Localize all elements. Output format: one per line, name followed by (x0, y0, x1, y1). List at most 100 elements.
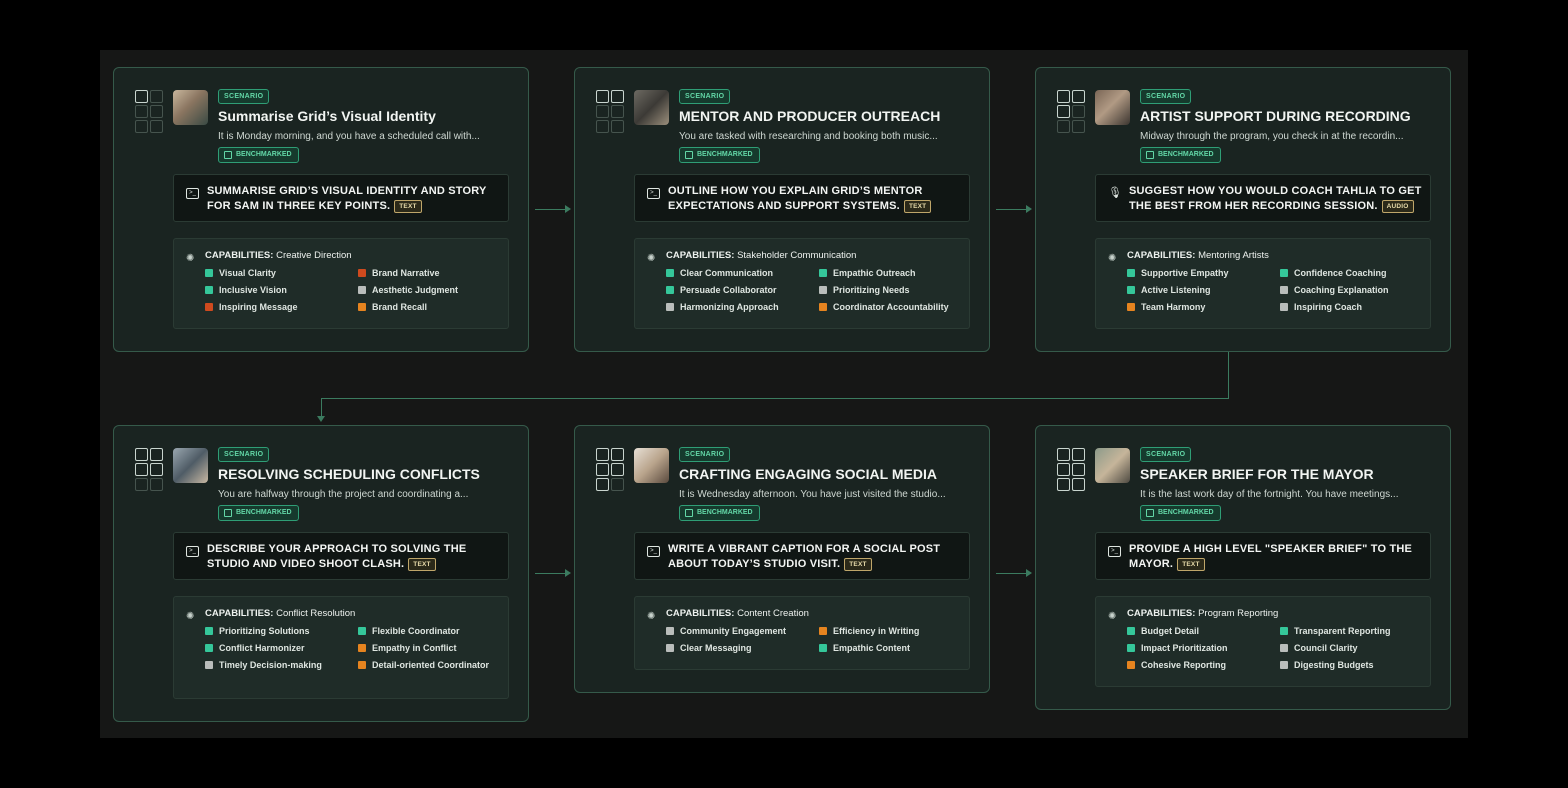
grid-cell (596, 448, 609, 461)
capability-label: Community Engagement (680, 626, 787, 636)
capability-dot (1127, 627, 1135, 635)
capability-dot (358, 303, 366, 311)
benchmarked-badge: BENCHMARKED (218, 147, 299, 163)
benchmark-icon (1146, 509, 1154, 517)
grid-cell (611, 120, 624, 133)
capability-item: Flexible Coordinator (358, 625, 508, 637)
brain-icon: ✺ (186, 253, 195, 264)
capability-label: Confidence Coaching (1294, 268, 1387, 278)
connector-line (996, 573, 1028, 574)
microphone-icon: 🎙 (1108, 187, 1122, 199)
benchmark-icon (1146, 151, 1154, 159)
capabilities-heading: CAPABILITIES: Stakeholder Communication (666, 250, 856, 261)
task-prompt[interactable]: >_ SUMMARISE GRID’S VISUAL IDENTITY AND S… (173, 174, 509, 222)
capability-label: Detail-oriented Coordinator (372, 660, 490, 670)
scenario-card[interactable]: SCENARIO MENTOR AND PRODUCER OUTREACH You … (574, 67, 990, 352)
grid-cell (135, 105, 148, 118)
capability-dot (1127, 661, 1135, 669)
arrow-right-icon (565, 205, 571, 213)
task-prompt[interactable]: >_ WRITE A VIBRANT CAPTION FOR A SOCIAL P… (634, 532, 970, 580)
scenario-card[interactable]: SCENARIO SPEAKER BRIEF FOR THE MAYOR It is… (1035, 425, 1451, 710)
capability-dot (1127, 303, 1135, 311)
benchmarked-badge: BENCHMARKED (679, 147, 760, 163)
avatar (634, 90, 669, 125)
capability-label: Empathy in Conflict (372, 643, 457, 653)
benchmarked-badge: BENCHMARKED (1140, 147, 1221, 163)
task-text: DESCRIBE YOUR APPROACH TO SOLVING THE ST… (207, 542, 503, 572)
grid-cell (596, 463, 609, 476)
connector-line (535, 209, 567, 210)
scenario-title: CRAFTING ENGAGING SOCIAL MEDIA (679, 466, 937, 482)
scenario-card[interactable]: SCENARIO Summarise Grid’s Visual Identity… (113, 67, 529, 352)
scenario-description: You are tasked with researching and book… (679, 131, 938, 142)
capability-label: Conflict Harmonizer (219, 643, 305, 653)
task-label: OUTLINE HOW YOU EXPLAIN GRID’S MENTOR EX… (668, 185, 923, 212)
capabilities-prefix: CAPABILITIES: (1127, 608, 1196, 619)
grid-cell (150, 463, 163, 476)
scenario-card[interactable]: SCENARIO ARTIST SUPPORT DURING RECORDING M… (1035, 67, 1451, 352)
scenario-card[interactable]: SCENARIO RESOLVING SCHEDULING CONFLICTS Yo… (113, 425, 529, 722)
capability-dot (1280, 269, 1288, 277)
capability-label: Aesthetic Judgment (372, 285, 459, 295)
grid-cell (1057, 120, 1070, 133)
task-label: SUGGEST HOW YOU WOULD COACH TAHLIA TO GE… (1129, 185, 1422, 212)
capability-item: Prioritizing Needs (819, 284, 969, 296)
response-mode-badge: TEXT (1177, 558, 1205, 571)
benchmarked-label: BENCHMARKED (1158, 151, 1214, 158)
task-prompt[interactable]: 🎙 SUGGEST HOW YOU WOULD COACH TAHLIA TO G… (1095, 174, 1431, 222)
benchmarked-badge: BENCHMARKED (1140, 505, 1221, 521)
capability-label: Harmonizing Approach (680, 302, 779, 312)
scenario-badge: SCENARIO (218, 89, 270, 104)
capability-label: Empathic Outreach (833, 268, 916, 278)
capability-label: Council Clarity (1294, 643, 1358, 653)
task-prompt[interactable]: >_ DESCRIBE YOUR APPROACH TO SOLVING THE … (173, 532, 509, 580)
capability-label: Prioritizing Solutions (219, 626, 310, 636)
task-label: WRITE A VIBRANT CAPTION FOR A SOCIAL POS… (668, 543, 941, 570)
benchmarked-label: BENCHMARKED (236, 151, 292, 158)
grid-cell (150, 105, 163, 118)
grid-cell (611, 90, 624, 103)
grid-cell (1057, 463, 1070, 476)
capability-item: Conflict Harmonizer (205, 642, 355, 654)
capability-area: Conflict Resolution (276, 608, 356, 619)
capability-dot (1127, 269, 1135, 277)
capability-label: Supportive Empathy (1141, 268, 1229, 278)
capabilities-heading: CAPABILITIES: Mentoring Artists (1127, 250, 1269, 261)
capability-dot (358, 286, 366, 294)
scenario-description: It is the last work day of the fortnight… (1140, 489, 1399, 500)
connector-line (321, 398, 1229, 399)
benchmark-icon (685, 509, 693, 517)
capability-dot (819, 286, 827, 294)
scenario-card[interactable]: SCENARIO CRAFTING ENGAGING SOCIAL MEDIA It… (574, 425, 990, 693)
capabilities-prefix: CAPABILITIES: (205, 250, 274, 261)
scenario-description: Midway through the program, you check in… (1140, 131, 1404, 142)
grid-cell (150, 90, 163, 103)
capability-dot (205, 661, 213, 669)
task-text: OUTLINE HOW YOU EXPLAIN GRID’S MENTOR EX… (668, 184, 964, 214)
grid-cell (1072, 463, 1085, 476)
benchmark-icon (224, 151, 232, 159)
capability-label: Active Listening (1141, 285, 1211, 295)
connector-line (1228, 352, 1229, 399)
grid-cell (1057, 448, 1070, 461)
brain-icon: ✺ (1108, 253, 1117, 264)
capability-label: Team Harmony (1141, 302, 1206, 312)
capability-item: Clear Communication (666, 267, 816, 279)
capability-item: Coordinator Accountability (819, 301, 969, 313)
scenario-title: RESOLVING SCHEDULING CONFLICTS (218, 466, 480, 482)
task-prompt[interactable]: >_ OUTLINE HOW YOU EXPLAIN GRID’S MENTOR … (634, 174, 970, 222)
capability-dot (205, 286, 213, 294)
capability-item: Harmonizing Approach (666, 301, 816, 313)
progress-grid-icon (596, 448, 626, 491)
benchmarked-label: BENCHMARKED (697, 151, 753, 158)
grid-cell (1057, 478, 1070, 491)
capability-area: Stakeholder Communication (737, 250, 857, 261)
progress-grid-icon (135, 448, 165, 491)
brain-icon: ✺ (186, 611, 195, 622)
brain-icon: ✺ (647, 611, 656, 622)
task-prompt[interactable]: >_ PROVIDE A HIGH LEVEL "SPEAKER BRIEF" T… (1095, 532, 1431, 580)
capability-item: Empathy in Conflict (358, 642, 508, 654)
capability-item: Council Clarity (1280, 642, 1430, 654)
avatar (173, 90, 208, 125)
capability-item: Cohesive Reporting (1127, 659, 1277, 671)
